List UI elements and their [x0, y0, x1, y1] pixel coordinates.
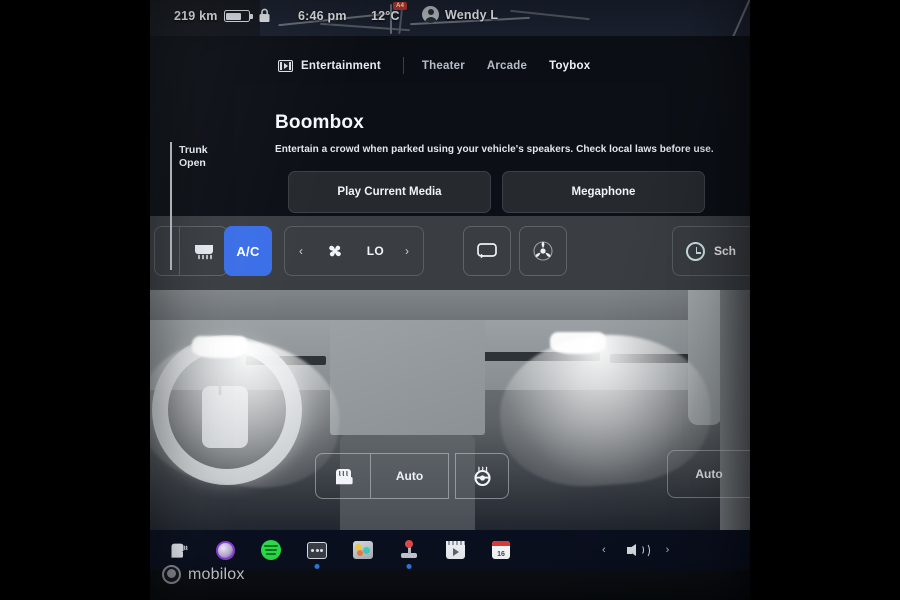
schedule-button[interactable]: Sch — [672, 226, 750, 276]
fan-decrease-button[interactable]: ‹ — [299, 244, 303, 258]
volume-control: ‹ › — [602, 542, 670, 558]
outside-temperature: 12°C — [371, 9, 400, 23]
clock-icon — [686, 241, 705, 261]
tidal-app-icon — [215, 540, 235, 560]
airflow-source-right — [550, 332, 606, 354]
avatar — [422, 6, 439, 23]
climate-control-bar: A/C ‹ LO › Sch — [150, 212, 750, 290]
calendar-day: 16 — [497, 551, 505, 558]
profile-name: Wendy L — [445, 7, 499, 22]
page-description: Entertain a crowd when parked using your… — [275, 144, 714, 155]
alert-line-2: Open — [179, 157, 206, 169]
ac-label: A/C — [236, 243, 260, 259]
bioweapon-defense-icon — [533, 241, 553, 261]
recirculate-icon — [477, 243, 497, 259]
driver-comfort-controls: Auto — [315, 453, 509, 499]
ac-toggle-button[interactable]: A/C — [224, 226, 272, 276]
steering-wheel-heater-icon — [473, 466, 491, 486]
play-current-media-button[interactable]: Play Current Media — [288, 171, 491, 213]
fan-speed-value: LO — [366, 244, 385, 258]
passenger-auto-button[interactable]: Auto — [667, 450, 750, 498]
defrost-controls — [154, 226, 228, 276]
tab-arcade[interactable]: Arcade — [487, 60, 527, 72]
theater-app-icon — [307, 541, 327, 559]
watermark-text: mobilox — [188, 565, 245, 583]
page-title: Boombox — [275, 112, 365, 133]
volume-decrease-button[interactable]: ‹ — [602, 544, 606, 556]
bioweapon-defense-button[interactable] — [519, 226, 567, 276]
seat-heater-icon — [335, 469, 353, 485]
running-indicator — [314, 564, 320, 569]
arcade-app-icon — [399, 540, 419, 560]
dock-app-list: 16 — [156, 534, 524, 569]
lock-status[interactable] — [258, 8, 271, 23]
rear-defrost-button[interactable] — [180, 226, 228, 276]
lock-icon — [259, 8, 270, 22]
dock-item-arcade[interactable] — [386, 534, 432, 569]
dock-item-toybox[interactable] — [340, 534, 386, 566]
alert-line-1: Trunk — [179, 144, 208, 156]
running-indicator — [406, 564, 412, 569]
driver-auto-button[interactable]: Auto — [371, 453, 449, 499]
tesla-logo: T — [212, 371, 228, 401]
calendar-app-icon: 16 — [492, 541, 510, 559]
recirculate-air-button[interactable] — [463, 226, 511, 276]
center-display-block — [330, 320, 485, 435]
schedule-label: Sch — [714, 244, 737, 258]
screenshot-stage: A4 N232 219 km 6:46 pm 12°C Wendy L — [0, 0, 900, 600]
media-app-icon — [445, 541, 465, 559]
dock-item-media[interactable] — [432, 534, 478, 566]
fan-icon — [328, 245, 341, 257]
tab-theater[interactable]: Theater — [422, 60, 465, 72]
mobilox-logo-icon — [162, 565, 181, 584]
watermark: mobilox — [162, 565, 245, 584]
status-bar: A4 N232 219 km 6:46 pm 12°C Wendy L — [150, 0, 750, 36]
driver-seat-heater-button[interactable] — [315, 453, 371, 499]
spotify-app-icon — [261, 540, 281, 560]
front-defrost-button[interactable] — [154, 226, 180, 276]
range-value: 219 km — [174, 9, 218, 23]
nav-divider — [402, 57, 404, 74]
entertainment-nav: Entertainment Theater Arcade Toybox — [278, 57, 590, 74]
door-pillar — [688, 290, 722, 425]
toybox-app-icon — [353, 541, 373, 559]
steering-wheel-heater-button[interactable] — [455, 453, 509, 499]
driver-profile[interactable]: Wendy L — [422, 6, 498, 23]
entertainment-app-label: Entertainment — [301, 59, 381, 72]
clock-display: 6:46 pm — [298, 9, 347, 23]
dock-item-theater[interactable] — [294, 534, 340, 569]
dock-item-calendar[interactable]: 16 — [478, 534, 524, 566]
entertainment-tabs: Theater Arcade Toybox — [422, 60, 590, 72]
range-indicator: 219 km — [174, 9, 253, 23]
tesla-touchscreen: A4 N232 219 km 6:46 pm 12°C Wendy L — [150, 0, 750, 600]
entertainment-panel: Entertainment Theater Arcade Toybox Boom… — [150, 36, 750, 270]
defrost-icon — [194, 244, 213, 259]
car-interior-visualization[interactable]: T Auto Auto — [150, 290, 750, 530]
trunk-open-alert: Trunk Open — [170, 142, 208, 270]
fan-increase-button[interactable]: › — [405, 244, 409, 258]
seat-heater-icon — [171, 543, 188, 558]
dock-item-spotify[interactable] — [248, 534, 294, 566]
battery-icon — [223, 10, 253, 22]
megaphone-button[interactable]: Megaphone — [502, 171, 705, 213]
dock-item-tidal[interactable] — [202, 534, 248, 566]
volume-increase-button[interactable]: › — [666, 544, 670, 556]
boombox-actions: Play Current Media Megaphone — [288, 171, 705, 213]
dock-item-seat-heater[interactable] — [156, 534, 202, 566]
fan-speed-control: ‹ LO › — [284, 226, 424, 276]
tab-toybox[interactable]: Toybox — [549, 60, 590, 72]
vent-slot-right — [610, 354, 696, 363]
app-dock: 16 ‹ › — [150, 530, 750, 570]
airflow-source-left — [192, 336, 248, 358]
film-icon — [278, 59, 293, 72]
speaker-icon[interactable] — [624, 542, 650, 558]
